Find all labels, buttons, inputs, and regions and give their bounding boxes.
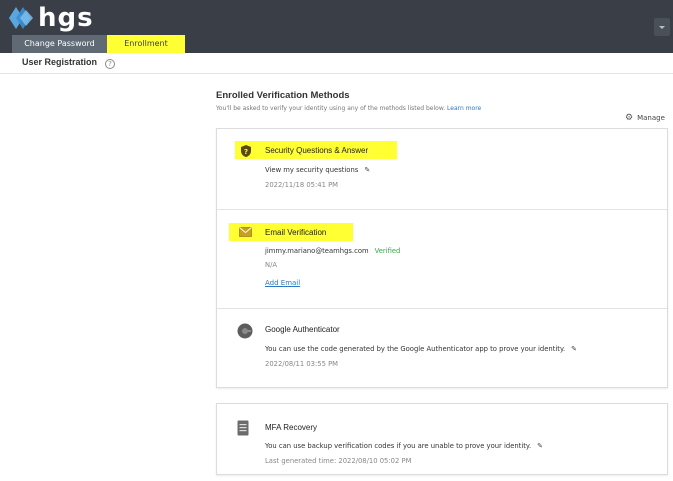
section-description-text: You'll be asked to verify your identity … bbox=[216, 105, 446, 112]
divider bbox=[217, 209, 667, 210]
hgs-logo: hgs bbox=[6, 3, 94, 33]
hgs-logo-icon bbox=[9, 7, 33, 29]
tab-bar: Change Password Enrollment bbox=[12, 35, 185, 53]
breadcrumb: User Registration ? bbox=[0, 53, 673, 74]
email-verification-title: Email Verification bbox=[265, 228, 327, 237]
methods-card: ? Security Questions & Answer View my se… bbox=[216, 128, 668, 388]
tab-enrollment[interactable]: Enrollment bbox=[107, 35, 185, 53]
view-security-questions-label: View my security questions bbox=[265, 166, 359, 174]
verified-badge: Verified bbox=[374, 247, 401, 255]
gear-icon: ⚙ bbox=[625, 113, 634, 123]
shield-question-icon: ? bbox=[241, 145, 251, 157]
svg-text:?: ? bbox=[244, 148, 248, 156]
manage-label: Manage bbox=[637, 114, 665, 122]
view-security-questions[interactable]: View my security questions ✎ bbox=[265, 166, 370, 174]
section-title: Enrolled Verification Methods bbox=[216, 90, 350, 101]
add-email-link[interactable]: Add Email bbox=[265, 279, 300, 287]
header-menu-button[interactable] bbox=[654, 18, 670, 36]
google-authenticator-title: Google Authenticator bbox=[265, 325, 340, 334]
pencil-icon[interactable]: ✎ bbox=[537, 442, 543, 450]
learn-more-link[interactable]: Learn more bbox=[447, 105, 481, 112]
tab-change-password[interactable]: Change Password bbox=[12, 35, 107, 53]
envelope-icon bbox=[239, 227, 252, 237]
chevron-down-icon bbox=[659, 26, 665, 29]
mfa-recovery-title: MFA Recovery bbox=[265, 423, 318, 432]
google-authenticator-icon bbox=[237, 323, 253, 339]
security-questions-title: Security Questions & Answer bbox=[265, 146, 369, 155]
google-authenticator-description: You can use the code generated by the Go… bbox=[265, 345, 566, 353]
section-description: You'll be asked to verify your identity … bbox=[216, 105, 481, 112]
mfa-recovery-description-row: You can use backup verification codes if… bbox=[265, 442, 543, 450]
top-bar: hgs Change Password Enrollment bbox=[0, 0, 673, 53]
security-timestamp: 2022/11/18 05:41 PM bbox=[265, 181, 339, 189]
mfa-recovery-timestamp: Last generated time: 2022/08/10 05:02 PM bbox=[265, 457, 412, 465]
help-icon[interactable]: ? bbox=[105, 59, 115, 69]
pencil-icon[interactable]: ✎ bbox=[571, 345, 577, 353]
google-timestamp: 2022/08/11 03:55 PM bbox=[265, 360, 339, 368]
mfa-recovery-description: You can use backup verification codes if… bbox=[265, 442, 532, 450]
google-authenticator-description-row: You can use the code generated by the Go… bbox=[265, 345, 577, 353]
email-address: jimmy.mariano@teamhgs.com bbox=[265, 247, 369, 255]
divider bbox=[217, 308, 667, 309]
manage-button[interactable]: ⚙ Manage bbox=[625, 113, 665, 123]
secondary-email: N/A bbox=[265, 261, 278, 269]
page-title: User Registration bbox=[22, 57, 98, 67]
mfa-recovery-card: MFA Recovery You can use backup verifica… bbox=[216, 403, 668, 475]
email-address-row: jimmy.mariano@teamhgs.com Verified bbox=[265, 247, 400, 255]
pencil-icon[interactable]: ✎ bbox=[364, 166, 370, 174]
logo-text: hgs bbox=[38, 3, 94, 33]
recovery-codes-icon bbox=[237, 420, 249, 436]
